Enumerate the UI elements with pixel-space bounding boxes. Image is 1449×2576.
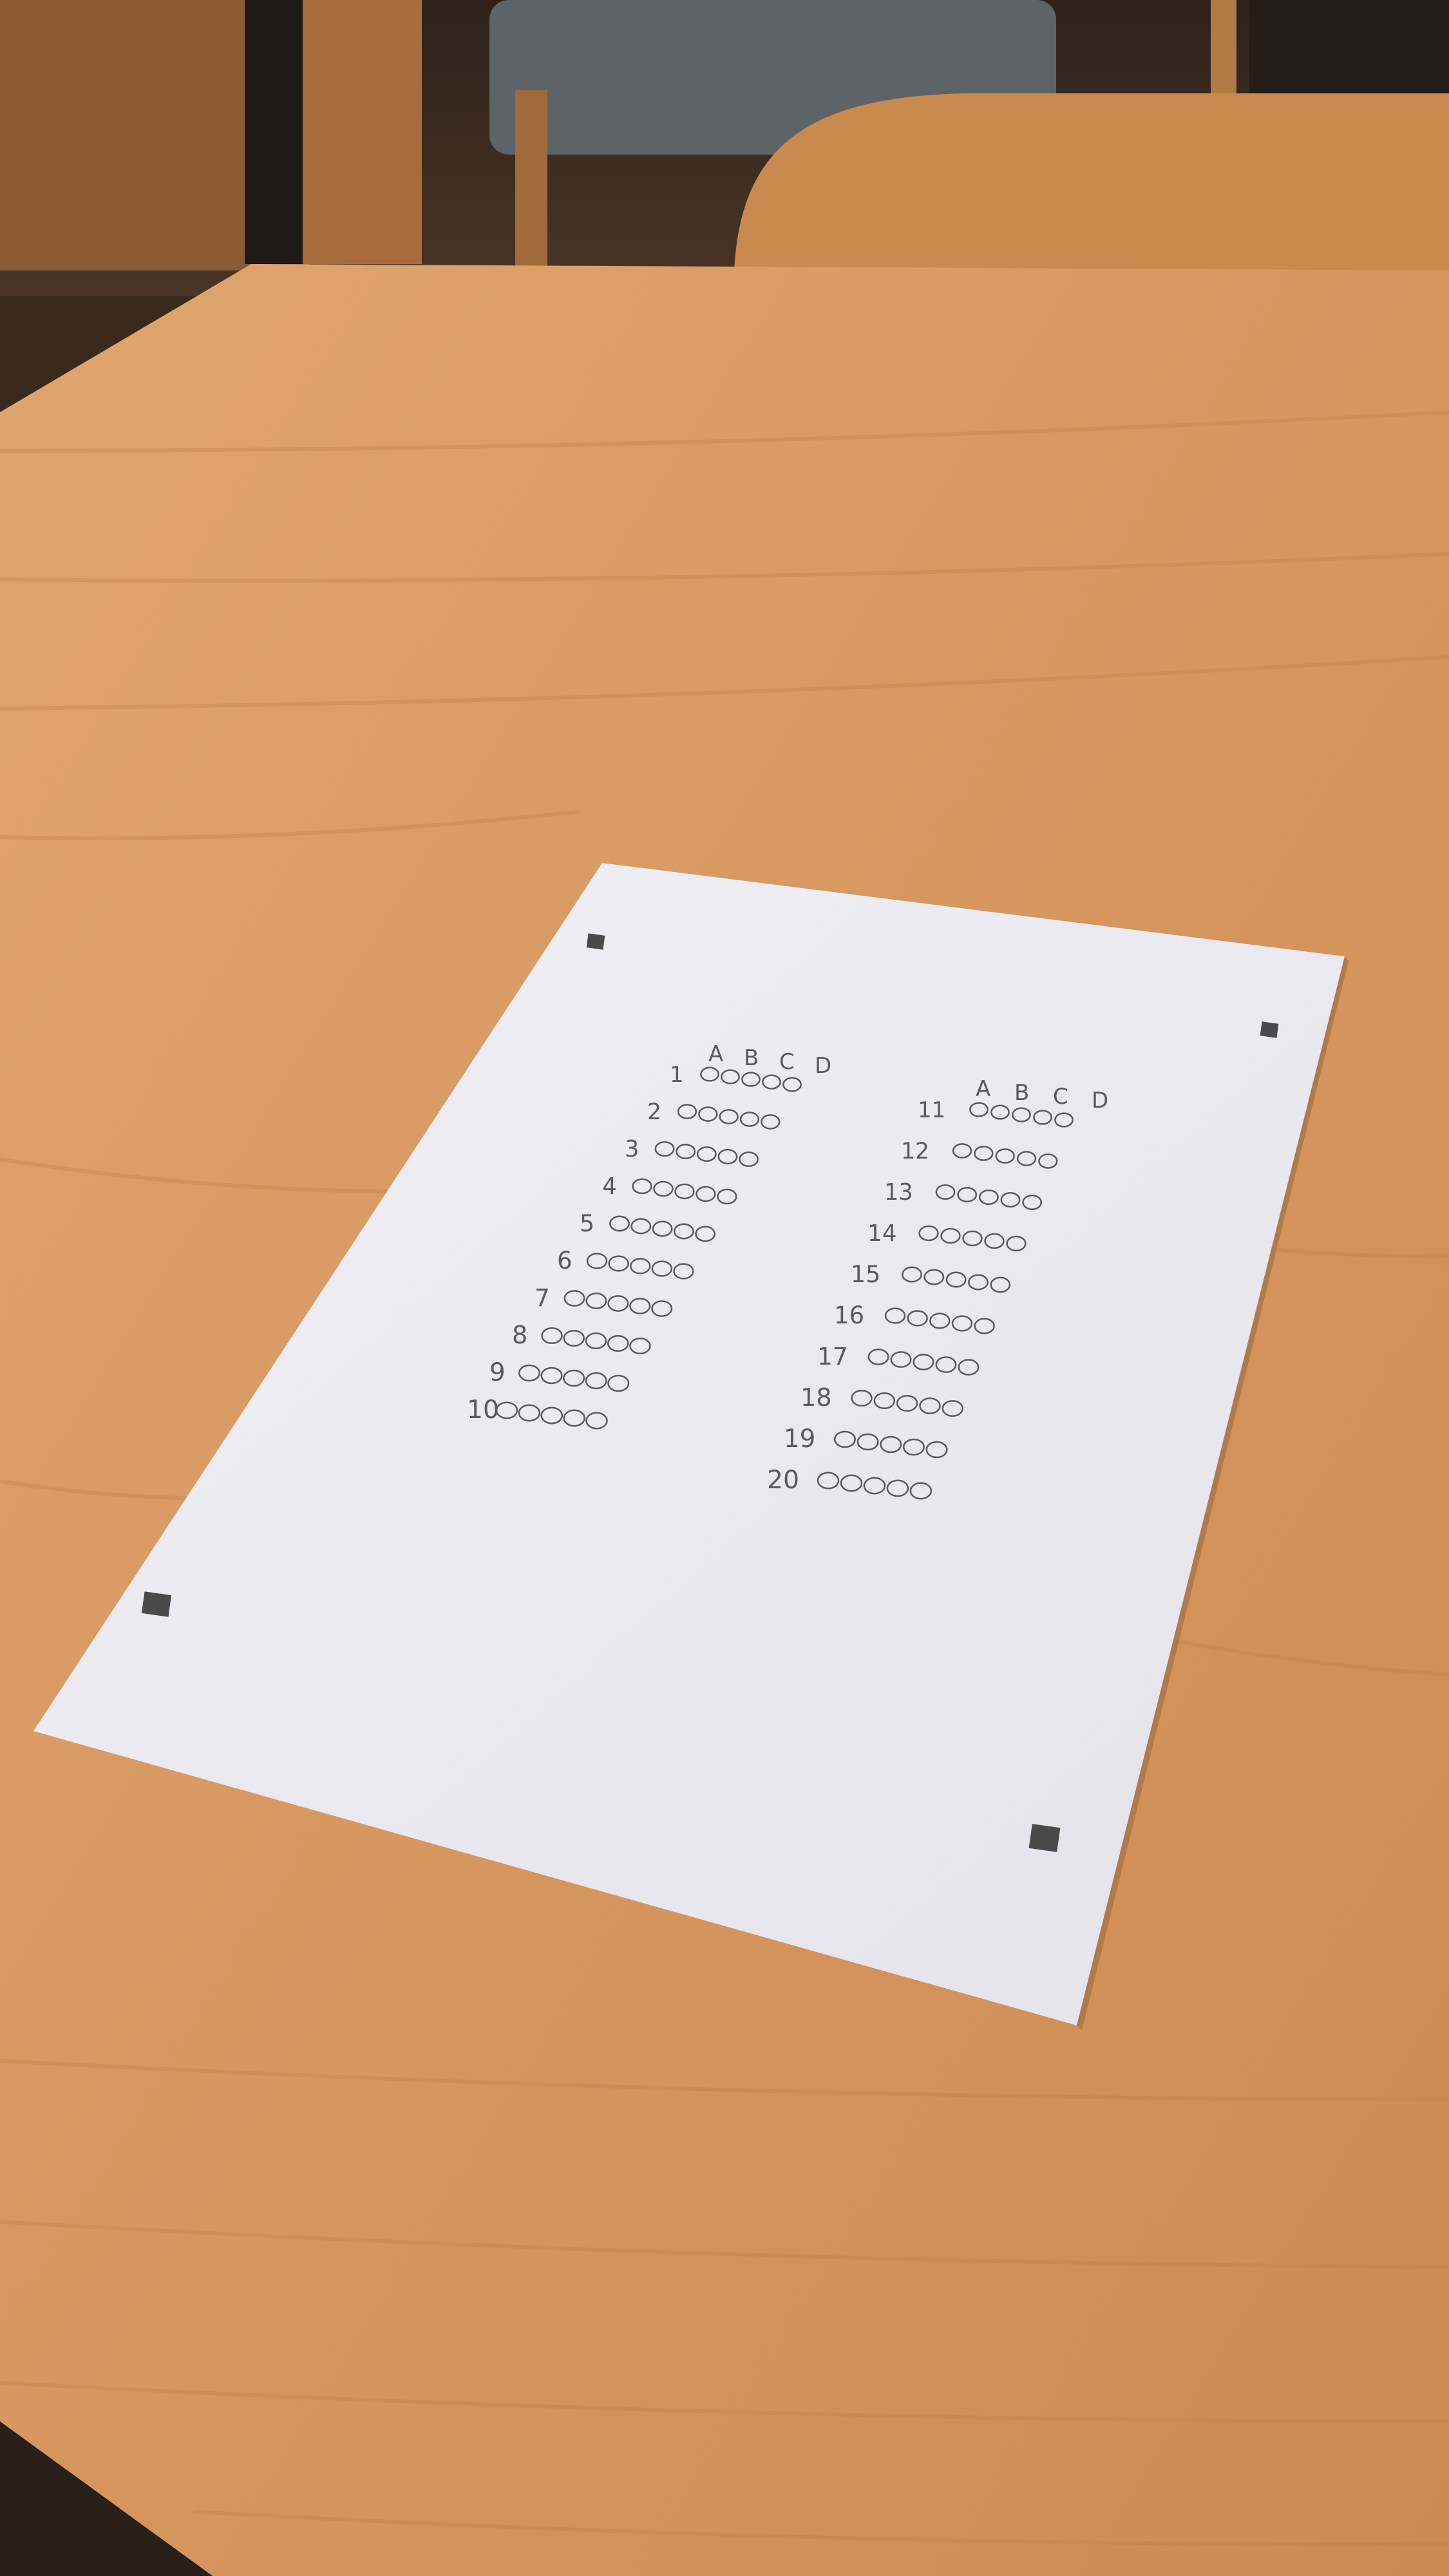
question-number: 18 — [800, 1384, 832, 1412]
question-number: 15 — [851, 1260, 880, 1288]
header-letter: B — [1014, 1080, 1029, 1106]
question-number: 7 — [535, 1283, 550, 1312]
cabinet-shadow — [245, 0, 303, 264]
question-number: 8 — [512, 1321, 527, 1350]
header-letter: A — [708, 1041, 723, 1067]
question-number: 4 — [602, 1173, 617, 1200]
question-number: 11 — [918, 1097, 945, 1123]
photo-scene: A B C D A B C D 1 2 3 4 5 6 7 8 9 10 11 12 13 14 15 16… — [0, 0, 1449, 2576]
header-letter: C — [1053, 1084, 1068, 1110]
question-number: 1 — [670, 1062, 684, 1088]
wooden-chair-back — [734, 93, 1449, 283]
corner-marker-bottom-right — [1028, 1824, 1061, 1852]
question-number: 3 — [625, 1136, 639, 1162]
header-letter: C — [779, 1049, 795, 1075]
cabinet-frame — [293, 0, 422, 264]
question-number: 19 — [784, 1425, 815, 1454]
chair-leg-right — [1211, 0, 1236, 103]
corner-marker-top-right — [1260, 1021, 1279, 1038]
question-number: 6 — [557, 1247, 573, 1274]
question-number: 13 — [884, 1179, 913, 1206]
scene-canvas: A B C D A B C D 12345678910 111213141516… — [0, 0, 1449, 2576]
header-letter: D — [815, 1053, 831, 1079]
chair-leg-left — [515, 90, 547, 270]
corner-marker-bottom-left — [141, 1591, 172, 1617]
question-number: 16 — [834, 1302, 864, 1329]
question-number: 20 — [767, 1465, 799, 1495]
question-number: 2 — [647, 1099, 661, 1125]
question-number: 17 — [817, 1342, 848, 1370]
question-number: 5 — [580, 1209, 594, 1237]
question-number: 10 — [467, 1395, 499, 1425]
header-letter: B — [744, 1045, 759, 1071]
question-number: 14 — [867, 1220, 897, 1247]
question-number: 12 — [901, 1139, 929, 1164]
header-letter: A — [976, 1076, 990, 1102]
header-letter: D — [1092, 1088, 1108, 1113]
question-number: 9 — [489, 1358, 506, 1387]
corner-marker-top-left — [586, 933, 605, 950]
